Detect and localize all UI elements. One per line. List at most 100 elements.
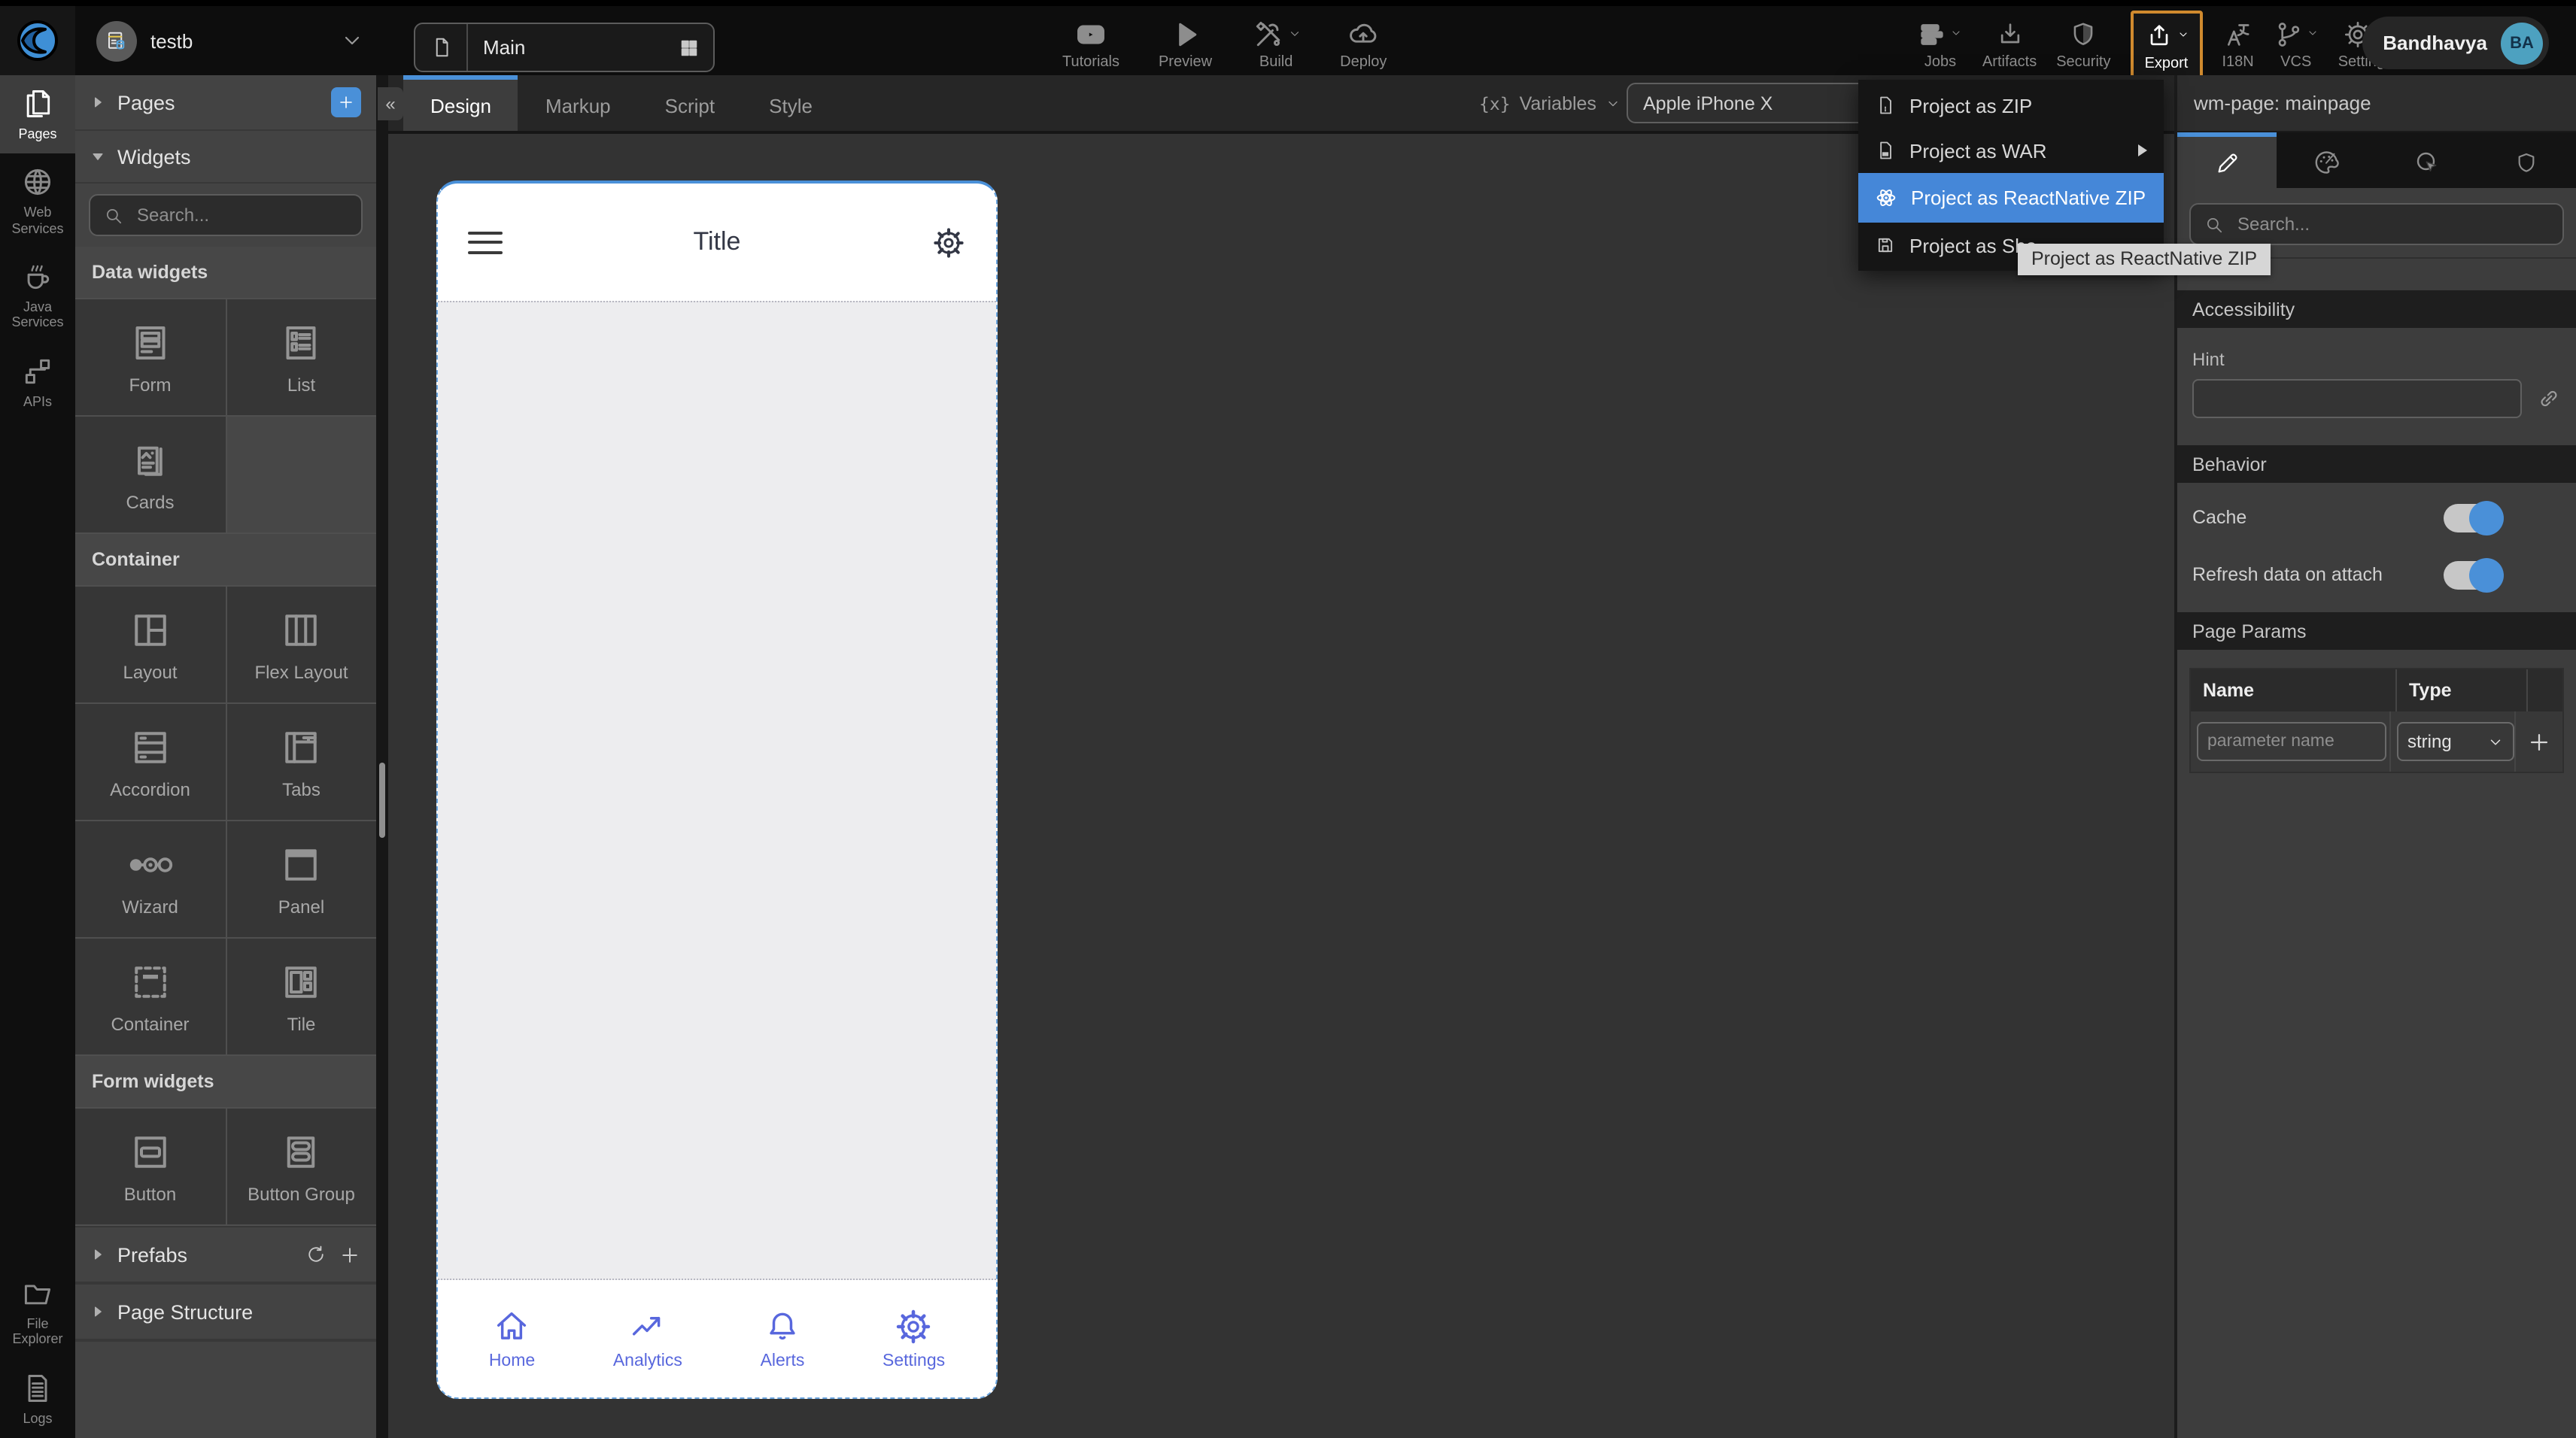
prefabs-section-header[interactable]: Prefabs <box>75 1226 376 1283</box>
hamburger-menu-icon[interactable] <box>468 231 503 253</box>
behavior-section-header[interactable]: Behavior <box>2177 445 2576 483</box>
phone-nav-home[interactable]: Home <box>489 1307 535 1370</box>
rail-label: APIs <box>23 393 52 409</box>
grid-view-icon[interactable] <box>665 37 713 58</box>
menu-item-project-as-zip[interactable]: Project as ZIP <box>1858 83 2164 128</box>
jobs-label: Jobs <box>1924 54 1956 71</box>
security-button[interactable]: Security <box>2056 17 2110 70</box>
refresh-icon[interactable] <box>305 1244 327 1265</box>
tab-design[interactable]: Design <box>403 75 518 131</box>
section-label-data-widgets: Data widgets <box>75 247 376 298</box>
artifacts-button[interactable]: Artifacts <box>1982 17 2037 70</box>
project-chevron-down-icon[interactable] <box>340 29 364 53</box>
widget-tile-tabs[interactable]: Tabs <box>226 704 376 820</box>
widget-tile-label: Button Group <box>248 1183 355 1204</box>
pages-header-label: Pages <box>117 91 319 114</box>
widget-tile-wizard[interactable]: Wizard <box>75 821 225 937</box>
prefabs-header-label: Prefabs <box>117 1243 293 1266</box>
add-page-button[interactable] <box>331 87 361 117</box>
widget-tile-list[interactable]: List <box>226 299 376 415</box>
properties-search-input[interactable] <box>2234 212 2549 236</box>
phone-header-gear-icon[interactable] <box>931 225 966 259</box>
variables-button[interactable]: {x} Variables <box>1479 75 1621 131</box>
widget-tile-accordion[interactable]: Accordion <box>75 704 225 820</box>
tab-markup[interactable]: Markup <box>518 75 638 131</box>
wizard-widget-icon <box>125 842 176 887</box>
hint-row <box>2192 379 2561 418</box>
phone-nav-alerts[interactable]: Alerts <box>761 1307 805 1370</box>
panel-scrollbar-thumb[interactable] <box>379 763 385 838</box>
refresh-data-toggle[interactable] <box>2444 560 2501 589</box>
rail-item-apis[interactable]: APIs <box>0 342 75 421</box>
project-switcher[interactable]: testb <box>96 20 193 61</box>
collapse-panel-button[interactable]: « <box>378 87 403 120</box>
build-label: Build <box>1259 54 1293 71</box>
refresh-data-label: Refresh data on attach <box>2192 564 2383 585</box>
export-tooltip: Project as ReactNative ZIP <box>2018 244 2271 275</box>
chevron-right-icon <box>90 1304 105 1319</box>
page-params-table-header: Name Type <box>2191 669 2562 711</box>
accessibility-section-header[interactable]: Accessibility <box>2177 290 2576 328</box>
widget-tile-container[interactable]: Container <box>75 939 225 1054</box>
add-param-button[interactable] <box>2526 729 2552 754</box>
widget-tile-panel[interactable]: Panel <box>226 821 376 937</box>
page-structure-section-header[interactable]: Page Structure <box>75 1283 376 1340</box>
menu-item-label: Project as ReactNative ZIP <box>1911 187 2146 209</box>
phone-nav-settings[interactable]: Settings <box>882 1307 945 1370</box>
widget-tile-label: Layout <box>123 661 177 682</box>
add-prefab-icon[interactable] <box>339 1243 361 1266</box>
device-selector[interactable]: Apple iPhone X <box>1627 83 1890 123</box>
menu-item-project-as-war[interactable]: Project as WAR <box>1858 128 2164 173</box>
widget-tile-flex-layout[interactable]: Flex Layout <box>226 587 376 702</box>
build-button[interactable]: Build <box>1251 17 1301 71</box>
page-params-section-header[interactable]: Page Params <box>2177 612 2576 650</box>
rail-item-logs[interactable]: Logs <box>0 1359 75 1438</box>
widget-tile-button-group[interactable]: Button Group <box>226 1109 376 1224</box>
hint-input[interactable] <box>2192 379 2522 418</box>
bind-link-icon[interactable] <box>2537 387 2561 411</box>
tab-properties-style[interactable] <box>2277 132 2377 188</box>
rail-item-file-explorer[interactable]: File Explorer <box>0 1265 75 1359</box>
tab-properties-edit[interactable] <box>2177 132 2277 188</box>
tab-properties-events[interactable] <box>2377 132 2477 188</box>
widget-tile-button[interactable]: Button <box>75 1109 225 1224</box>
i18n-button[interactable]: I18N <box>2222 17 2253 70</box>
widget-tile-form[interactable]: Form <box>75 299 225 415</box>
cache-toggle[interactable] <box>2444 503 2501 532</box>
deploy-button[interactable]: Deploy <box>1340 17 1387 70</box>
param-type-select[interactable]: string <box>2397 722 2514 761</box>
widget-tile-tile[interactable]: Tile <box>226 939 376 1054</box>
widget-search-input[interactable] <box>134 203 348 227</box>
phone-content-area[interactable] <box>438 301 996 1280</box>
widget-tile-cards[interactable]: Cards <box>75 417 225 532</box>
vcs-button[interactable]: VCS <box>2274 17 2319 71</box>
rail-item-web-services[interactable]: Web Services <box>0 154 75 248</box>
phone-mockup[interactable]: Title Home <box>436 181 998 1399</box>
wavemaker-logo[interactable] <box>0 6 75 75</box>
preview-button[interactable]: Preview <box>1159 17 1212 70</box>
youtube-icon <box>1074 17 1107 50</box>
tutorials-button[interactable]: Tutorials <box>1062 17 1119 70</box>
widget-tile-layout[interactable]: Layout <box>75 587 225 702</box>
widgets-section-header[interactable]: Widgets <box>75 131 376 184</box>
rail-item-pages[interactable]: Pages <box>0 75 75 154</box>
jobs-button[interactable]: Jobs <box>1918 17 1963 71</box>
tab-style[interactable]: Style <box>742 75 840 131</box>
pages-section-header[interactable]: Pages <box>75 75 376 131</box>
user-menu[interactable]: Bandhavya BA <box>2362 17 2549 69</box>
tab-properties-security[interactable] <box>2477 132 2576 188</box>
param-name-input[interactable] <box>2197 722 2386 761</box>
export-button[interactable]: Export <box>2143 17 2189 71</box>
form-widget-icon <box>128 320 173 365</box>
tab-script[interactable]: Script <box>638 75 742 131</box>
widget-search-box <box>89 194 363 236</box>
download-tray-icon <box>1994 17 2025 50</box>
menu-item-project-as-reactnative-zip[interactable]: Project as ReactNative ZIP <box>1858 173 2164 223</box>
export-label: Export <box>2145 55 2189 71</box>
variables-icon: {x} <box>1479 93 1511 114</box>
page-tab-main[interactable]: Main <box>414 23 715 72</box>
shield-icon <box>2069 17 2098 50</box>
rail-item-java-services[interactable]: Java Services <box>0 248 75 342</box>
floppy-disk-icon <box>1875 235 1896 256</box>
phone-nav-analytics[interactable]: Analytics <box>613 1307 682 1370</box>
